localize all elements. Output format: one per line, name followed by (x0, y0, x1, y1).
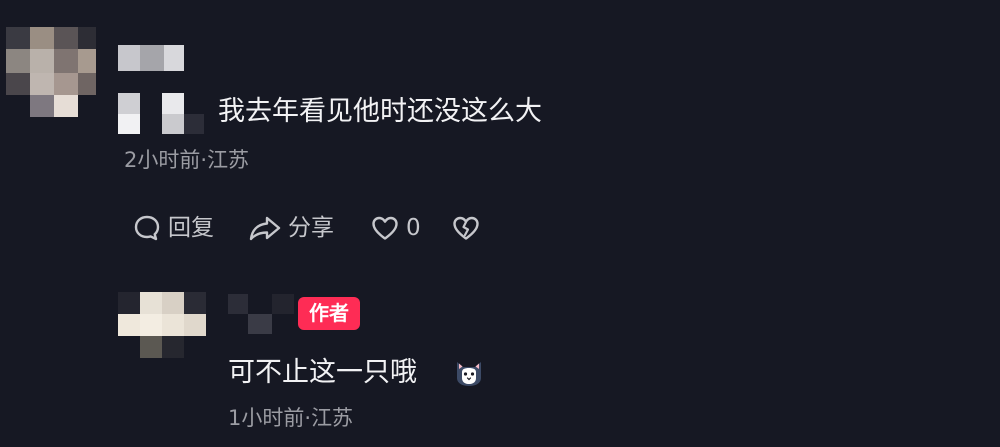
comment-text: 我去年看见他时还没这么大 (218, 96, 542, 127)
reply-label: 回复 (168, 215, 214, 241)
share-button[interactable]: 分享 (248, 213, 334, 243)
share-arrow-icon (248, 213, 282, 243)
reply-text: 可不止这一只哦 (228, 357, 417, 388)
cat-emoji-icon (453, 356, 485, 388)
like-count: 0 (406, 215, 421, 241)
comment-mosaic-prefix (118, 93, 210, 135)
dislike-button[interactable] (451, 213, 481, 243)
comment-meta: 2小时前·江苏 (124, 146, 249, 174)
author-badge: 作者 (298, 297, 360, 330)
reply-username[interactable] (228, 294, 298, 338)
reply-button[interactable]: 回复 (132, 213, 214, 243)
reply-time: 1小时前 (228, 406, 305, 430)
comment-bubble-icon (132, 213, 162, 243)
reply-avatar[interactable] (118, 292, 208, 358)
comment-location: 江苏 (207, 148, 250, 172)
avatar[interactable] (6, 27, 96, 117)
heart-icon (370, 213, 400, 243)
reply-location: 江苏 (311, 406, 354, 430)
share-label: 分享 (288, 215, 334, 241)
like-button[interactable]: 0 (370, 213, 421, 243)
reply-meta: 1小时前·江苏 (228, 404, 353, 432)
comment-time: 2小时前 (124, 148, 201, 172)
username[interactable] (118, 45, 186, 73)
broken-heart-icon (451, 213, 481, 243)
